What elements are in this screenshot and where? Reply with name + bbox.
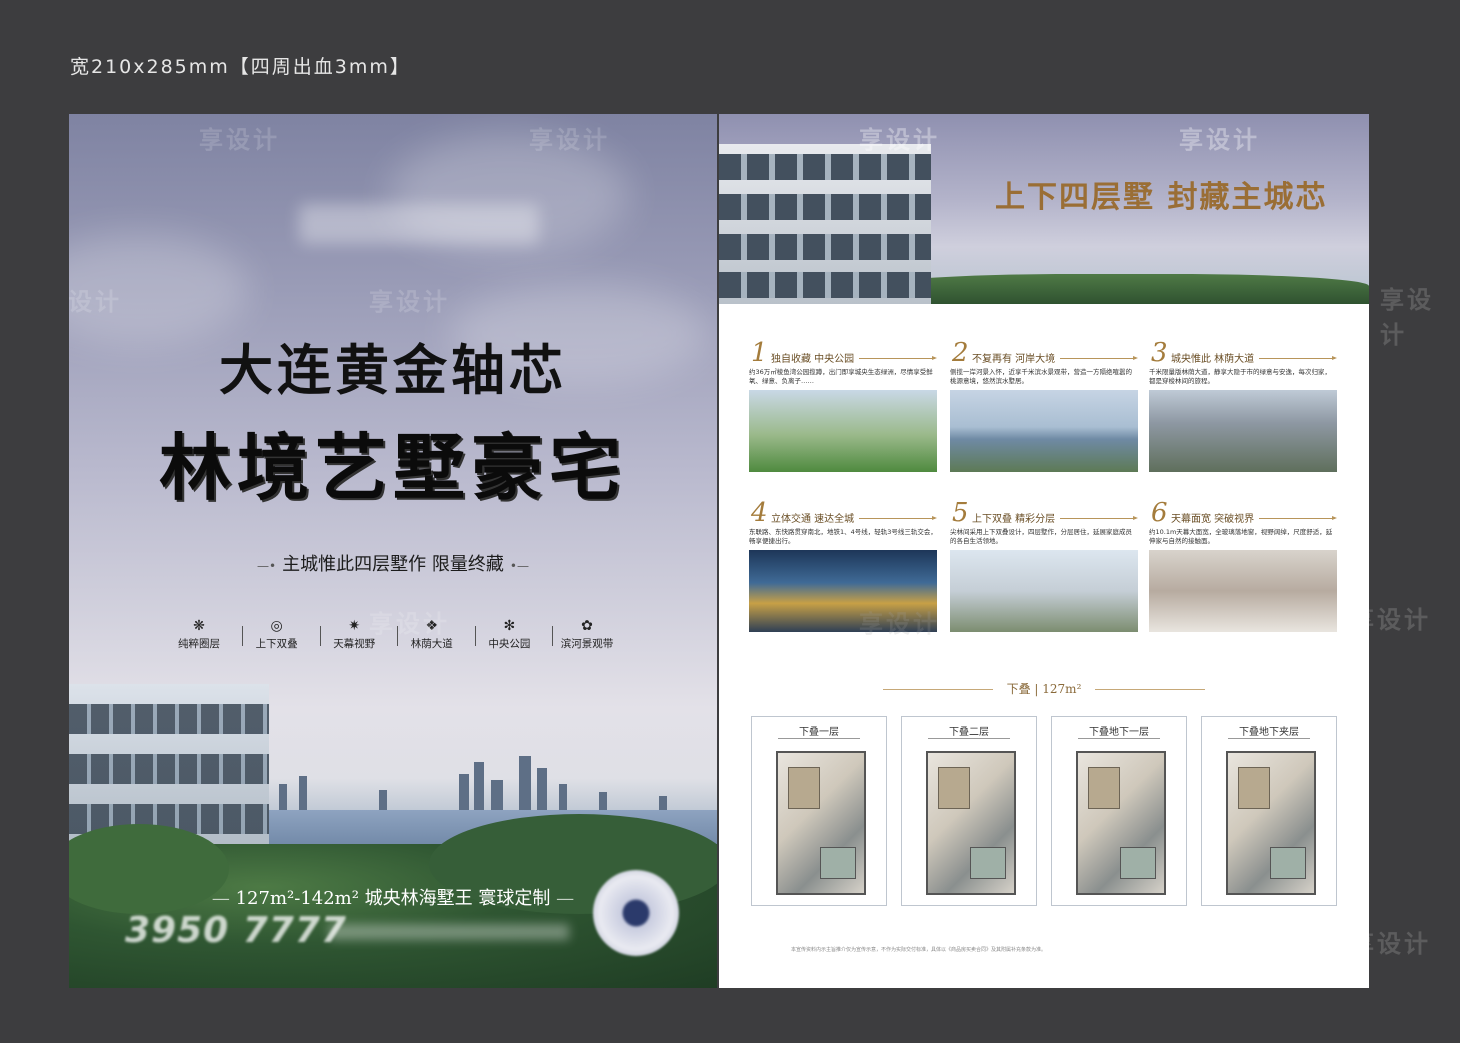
flower-icon: ❋ — [193, 618, 205, 634]
headline-line2: 林境艺墅豪宅 — [158, 425, 627, 510]
feature-label: 林荫大道 — [410, 638, 453, 650]
area-slogan-text: 127m²-142m² 城央林海墅王 寰球定制 — [235, 888, 551, 909]
floorplan-card: 下叠地下夹层 — [1201, 716, 1337, 906]
feature-item: ❋ 纯粹圈层 — [165, 618, 243, 658]
floorplan-title: 下叠二层 — [902, 723, 1036, 739]
floorplan-card: 下叠一层 — [751, 716, 887, 906]
boulevard-photo — [1149, 390, 1337, 472]
ring-icon: ◎ — [270, 618, 283, 634]
feature-item: ◎ 上下双叠 — [243, 618, 321, 658]
subtitle-text: 主城惟此四层墅作 限量终藏 — [282, 554, 504, 575]
legal-footnote: 本宣传资料内示主旨推介仅为宣传示意，不作为实际交付标准，具体以《商品房买卖合同》… — [791, 947, 1047, 953]
card-body: 约10.1m天幕大面宽，全玻璃落地窗，视野阔绰，尺度舒适，延伸家与自然的接触面。 — [1149, 528, 1333, 545]
feature-item: ✻ 中央公园 — [475, 618, 554, 658]
floorplan-drawing — [926, 751, 1016, 895]
floorplan-list: 下叠一层 下叠二层 下叠地下一层 下叠地下夹层 — [751, 716, 1337, 906]
feature-label: 天幕视野 — [333, 638, 376, 650]
feature-item: ✷ 天幕视野 — [320, 618, 399, 658]
right-page-info: 上下四层墅 封藏主城芯 1 独自收藏 中央公园 约36万㎡棱鱼湾公园揽蹲，出门即… — [719, 114, 1369, 988]
floorplan-title: 下叠地下一层 — [1052, 723, 1186, 739]
watermark: 享设计 — [1380, 286, 1434, 349]
floorplan-drawing — [1076, 751, 1166, 895]
left-page-poster: 大连黄金轴芯 林境艺墅豪宅 —• 主城惟此四层墅作 限量终藏 •— ❋ 纯粹圈层 ◎ 上… — [69, 114, 717, 988]
feature-list: ❋ 纯粹圈层 ◎ 上下双叠 ✷ 天幕视野 ❖ 林荫大道 ✻ 中央公园 ✿ 滨河景观带 — [165, 618, 621, 658]
arrow-rule — [1259, 356, 1337, 360]
card-heading: 独自收藏 中央公园 — [771, 354, 855, 365]
brand-seal-logo — [593, 870, 679, 956]
floorplan-card: 下叠二层 — [901, 716, 1037, 906]
card-heading: 城央惟此 林荫大道 — [1171, 354, 1255, 365]
traffic-photo — [749, 550, 937, 632]
watermark: 享设计 — [199, 126, 280, 154]
arrow-rule — [1259, 516, 1337, 520]
tree-icon: ❖ — [425, 618, 439, 634]
feature-label: 纯粹圈层 — [178, 638, 220, 650]
card-heading: 立体交通 速达全城 — [771, 514, 855, 525]
card-number: 4 — [751, 498, 768, 528]
card-body: 侧揽一岸河景入怀，近享千米滨水景观带，营造一方隔绝喧嚣的桃源意境，悠然滨水墅居。 — [950, 368, 1132, 385]
park-photo — [749, 390, 937, 472]
city-skyline — [259, 754, 717, 814]
card-body: 尖林间采用上下双叠设计，四层墅作，分层居住，延展家庭成员的各自生活领地。 — [950, 528, 1132, 545]
feature-label: 上下双叠 — [255, 638, 298, 650]
river-photo — [950, 390, 1138, 472]
arrow-rule — [1060, 356, 1138, 360]
card-number: 3 — [1151, 338, 1168, 368]
arrow-rule — [859, 516, 937, 520]
card-heading: 上下双叠 精彩分层 — [972, 514, 1056, 525]
headline-line1: 大连黄金轴芯 — [219, 338, 567, 402]
floorplan-section-label: 下叠 | 127m² — [1006, 682, 1082, 696]
floorplan-drawing — [1226, 751, 1316, 895]
subtitle: —• 主城惟此四层墅作 限量终藏 •— — [257, 554, 529, 575]
floorplan-title: 下叠地下夹层 — [1202, 723, 1336, 739]
feature-label: 中央公园 — [488, 638, 531, 650]
floorplan-drawing — [776, 751, 866, 895]
card-heading: 不复再有 河岸大境 — [972, 354, 1056, 365]
hexagon-icon: ✻ — [503, 618, 516, 634]
card-body: 千米限量版林荫大道，静享大隐于市的绿意与安逸，每次归家，都是穿梭林间的旅程。 — [1149, 368, 1331, 385]
star-icon: ✷ — [348, 618, 361, 634]
card-number: 5 — [952, 498, 969, 528]
right-headline: 上下四层墅 封藏主城芯 — [995, 180, 1328, 215]
arrow-rule — [859, 356, 937, 360]
arrow-rule — [1060, 516, 1138, 520]
bedroom-photo — [1149, 550, 1337, 632]
banner-greenery — [879, 274, 1369, 304]
card-number: 6 — [1151, 498, 1168, 528]
card-body: 东联路、东快路贯穿南北，地铁1、4号线，轻轨3号线三轨交会，畅享便捷出行。 — [749, 528, 937, 545]
hero-banner: 上下四层墅 封藏主城芯 — [719, 114, 1369, 304]
watermark: 享设计 — [369, 288, 450, 316]
towers-photo — [950, 550, 1138, 632]
blurred-project-logo — [299, 204, 539, 244]
floorplan-title: 下叠一层 — [752, 723, 886, 739]
card-body: 约36万㎡棱鱼湾公园揽蹲，出门即享城央生态绿洲，尽情享受鲜氧、绿意、负离子…… — [749, 368, 933, 385]
wave-icon: ✿ — [581, 618, 593, 634]
blurred-address — [329, 924, 569, 940]
hotline-number: 3950 7777 — [125, 910, 347, 951]
floorplan-section-title: 下叠 | 127m² — [719, 680, 1369, 697]
feature-item: ✿ 滨河景观带 — [553, 618, 621, 658]
card-number: 1 — [751, 338, 768, 368]
floorplan-card: 下叠地下一层 — [1051, 716, 1187, 906]
feature-item: ❖ 林荫大道 — [398, 618, 476, 658]
feature-label: 滨河景观带 — [560, 638, 614, 650]
card-number: 2 — [952, 338, 969, 368]
banner-villa — [719, 144, 931, 304]
card-heading: 天幕面宽 突破视界 — [1171, 514, 1255, 525]
print-spec-label: 宽210x285mm【四周出血3mm】 — [70, 56, 411, 78]
